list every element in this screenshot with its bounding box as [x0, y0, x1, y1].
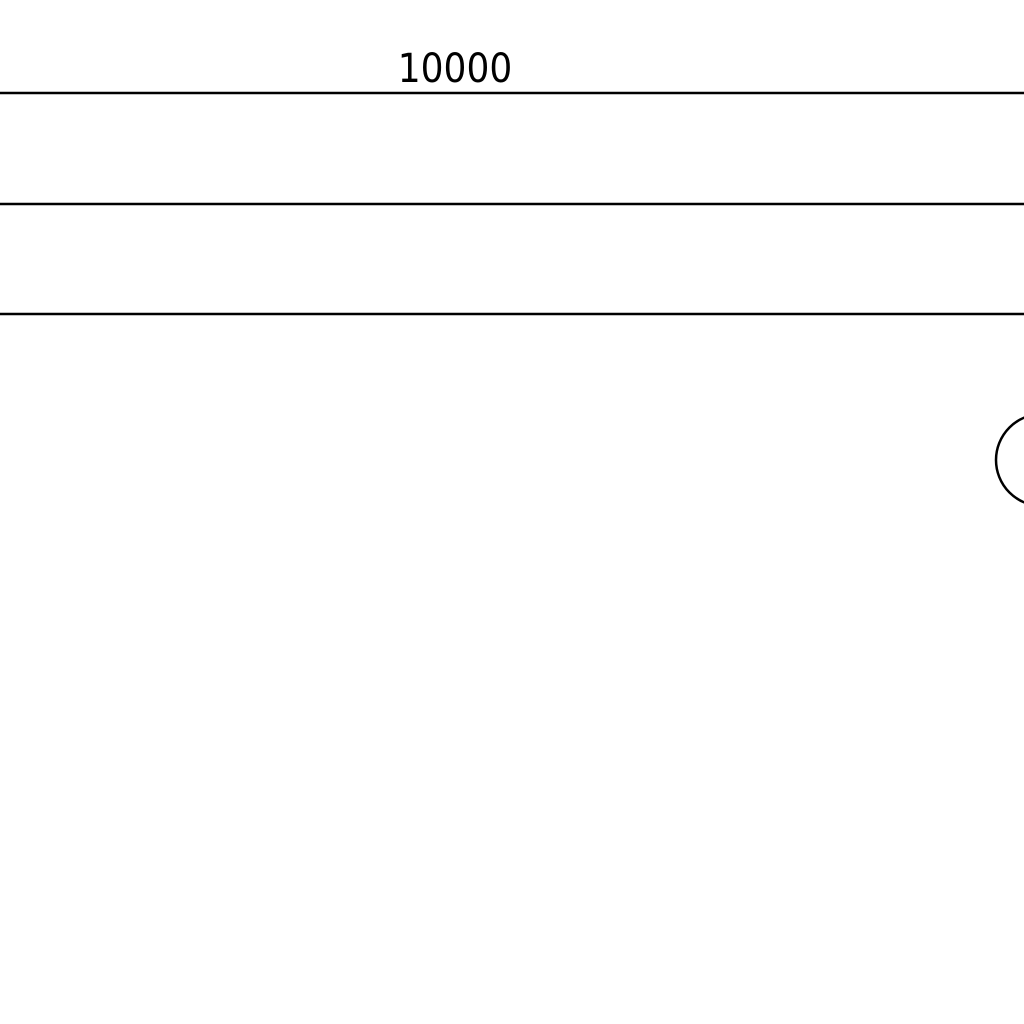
- drawing-background: [0, 0, 1024, 1024]
- cad-drawing: 10000: [0, 0, 1024, 1024]
- dimension-label: 10000: [398, 46, 512, 92]
